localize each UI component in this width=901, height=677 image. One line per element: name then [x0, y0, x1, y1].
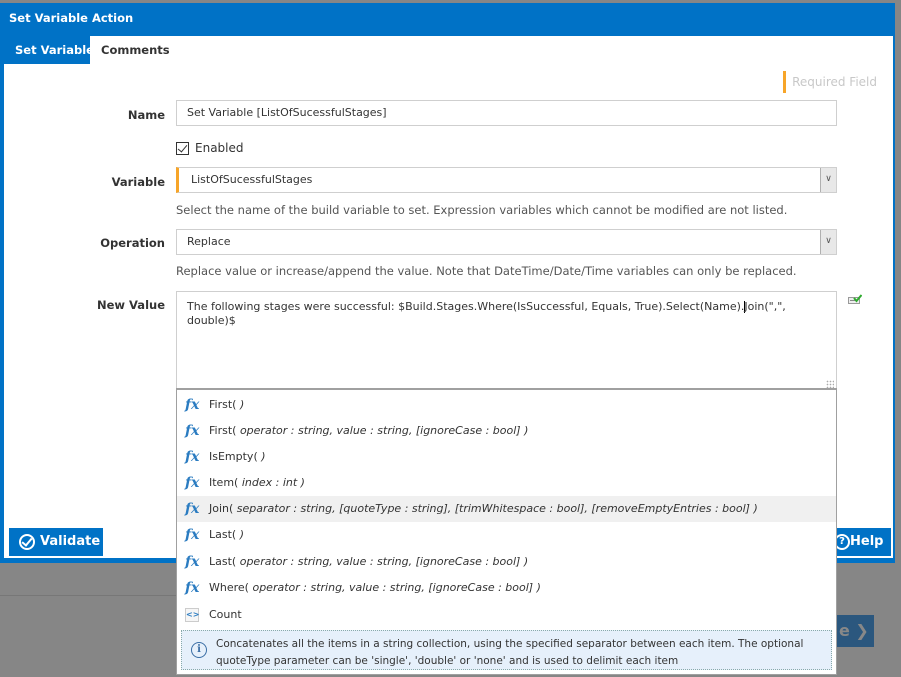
- new-value-textarea[interactable]: The following stages were successful: $B…: [176, 291, 837, 391]
- variable-select-value: ListOfSucessfulStages: [191, 173, 313, 186]
- function-icon: fx: [185, 527, 200, 543]
- item-params: ): [257, 450, 266, 463]
- tab-comments[interactable]: Comments: [90, 36, 181, 64]
- new-value-text-before: The following stages were successful: $B…: [187, 300, 745, 313]
- tab-bar: Set Variable Comments: [4, 36, 893, 65]
- item-params: operator : string, value : string, [igno…: [236, 555, 529, 568]
- info-icon: i: [191, 642, 207, 658]
- function-icon: fx: [185, 501, 200, 517]
- chevron-down-icon[interactable]: ∨: [820, 230, 836, 254]
- check-circle-icon: [19, 534, 35, 550]
- background-next-button: e ❯: [833, 615, 874, 647]
- item-name: IsEmpty(: [209, 450, 258, 463]
- function-icon: fx: [185, 423, 200, 439]
- item-name: Count: [209, 608, 242, 621]
- operation-select[interactable]: Replace ∨: [176, 229, 837, 255]
- expression-check-icon[interactable]: [848, 294, 862, 305]
- autocomplete-item[interactable]: fx Where( operator : string, value : stri…: [177, 575, 836, 601]
- function-icon: fx: [185, 397, 200, 413]
- required-field-legend: Required Field: [783, 71, 877, 93]
- item-name: Item(: [209, 476, 239, 489]
- validate-label: Validate: [40, 534, 101, 549]
- variable-help-text: Select the name of the build variable to…: [176, 203, 788, 217]
- item-params: ): [236, 528, 245, 541]
- function-icon: fx: [185, 580, 200, 596]
- item-name: Last(: [209, 528, 237, 541]
- function-icon: fx: [185, 449, 200, 465]
- background-divider: [0, 595, 178, 596]
- help-label: Help: [850, 534, 884, 549]
- variable-select[interactable]: ListOfSucessfulStages ∨: [176, 167, 837, 193]
- autocomplete-dropdown: fx First( ) fx First( operator : string, v…: [176, 388, 837, 675]
- property-icon: <>: [185, 608, 199, 622]
- item-name: Last(: [209, 555, 237, 568]
- autocomplete-item[interactable]: fx Last( ): [177, 522, 836, 548]
- operation-help-text: Replace value or increase/append the val…: [176, 264, 797, 278]
- enabled-label: Enabled: [195, 141, 244, 155]
- autocomplete-item[interactable]: fx Last( operator : string, value : strin…: [177, 549, 836, 575]
- autocomplete-item[interactable]: fx IsEmpty( ): [177, 444, 836, 470]
- item-name: First(: [209, 398, 237, 411]
- enabled-checkbox-row[interactable]: Enabled: [176, 141, 244, 157]
- item-params: operator : string, value : string, [igno…: [236, 424, 529, 437]
- new-value-label: New Value: [96, 298, 165, 312]
- help-button[interactable]: ? Help: [834, 528, 891, 556]
- chevron-down-icon[interactable]: ∨: [820, 168, 836, 192]
- item-params: ): [236, 398, 245, 411]
- item-params: index : int ): [238, 476, 305, 489]
- item-name: First(: [209, 424, 237, 437]
- function-icon: fx: [185, 475, 200, 491]
- validate-button[interactable]: Validate: [9, 528, 103, 556]
- function-icon: fx: [185, 554, 200, 570]
- operation-select-value: Replace: [187, 235, 231, 248]
- item-params: operator : string, value : string, [igno…: [248, 581, 541, 594]
- dialog-title: Set Variable Action: [9, 11, 134, 25]
- variable-label: Variable: [111, 175, 165, 189]
- item-params: separator : string, [quoteType : string]…: [233, 502, 758, 515]
- resize-handle[interactable]: [826, 380, 834, 388]
- name-label: Name: [127, 108, 165, 122]
- item-name: Where(: [209, 581, 249, 594]
- operation-label: Operation: [100, 236, 165, 250]
- autocomplete-item-selected[interactable]: fx Join( separator : string, [quoteType :…: [177, 496, 836, 522]
- enabled-checkbox[interactable]: [176, 141, 189, 155]
- autocomplete-item[interactable]: <> Count: [177, 602, 836, 628]
- info-text-line-2: quoteType parameter can be 'single', 'do…: [216, 655, 679, 667]
- name-input[interactable]: Set Variable [ListOfSucessfulStages]: [176, 100, 837, 126]
- autocomplete-info-box: i Concatenates all the items in a string…: [181, 630, 832, 670]
- item-name: Join(: [209, 502, 234, 515]
- autocomplete-item[interactable]: fx First( operator : string, value : stri…: [177, 418, 836, 444]
- autocomplete-item[interactable]: fx Item( index : int ): [177, 470, 836, 496]
- info-text-line-1: Concatenates all the items in a string c…: [216, 638, 804, 650]
- autocomplete-item[interactable]: fx First( ): [177, 392, 836, 418]
